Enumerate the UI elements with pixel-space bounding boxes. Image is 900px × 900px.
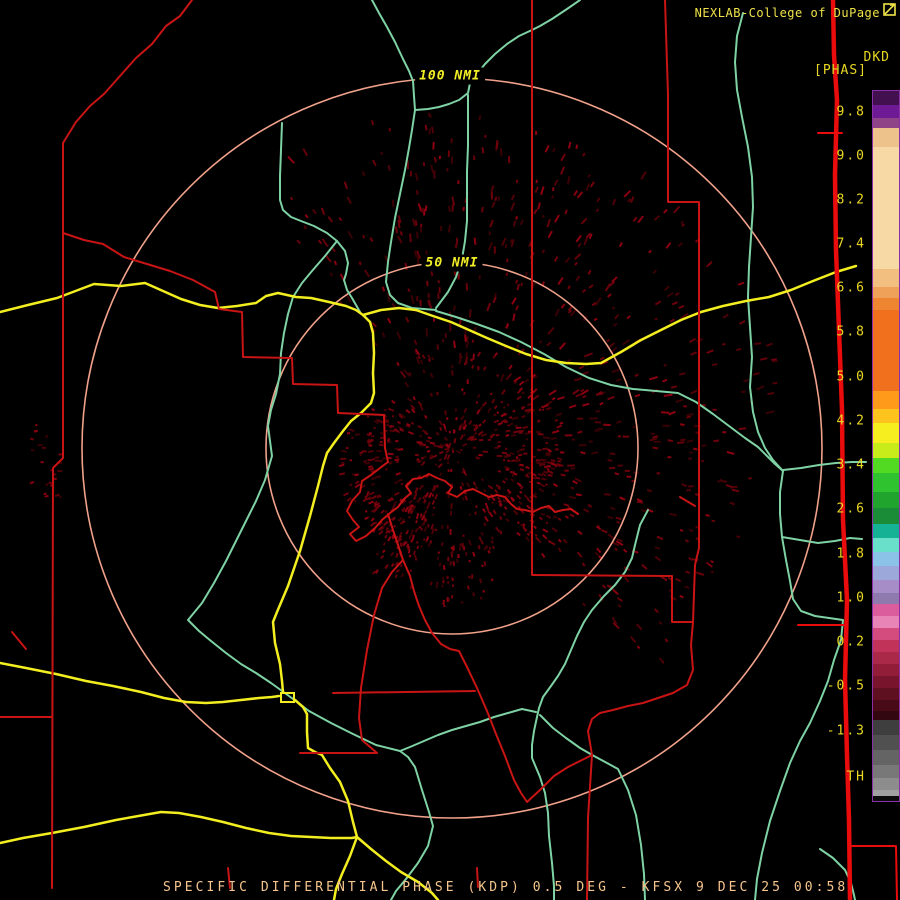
colorbar-segment: [873, 604, 899, 616]
county-boundary-red: [332, 690, 476, 694]
county-boundary-red: [526, 621, 694, 803]
county-boundary-red: [358, 559, 404, 754]
colorbar-segment: [873, 640, 899, 652]
colorbar-segment: [873, 298, 899, 310]
colorbar-tick-label: -0.5: [826, 678, 866, 694]
colorbar-segment: [873, 538, 899, 552]
product-units-label: [PHAS]: [814, 63, 867, 78]
colorbar-segment: [873, 391, 899, 409]
status-bar-text: SPECIFIC DIFFERENTIAL PHASE (KDP) 0.5 DE…: [163, 880, 849, 895]
colorbar-segment: [873, 409, 899, 423]
highway-yellow: [0, 810, 359, 845]
colorbar-segment: [873, 778, 899, 790]
colorbar-segment: [873, 492, 899, 508]
colorbar: [872, 90, 900, 802]
range-ring-label-100: 100 NMI: [415, 67, 485, 85]
colorbar-segment: [873, 443, 899, 458]
county-boundary-red: [51, 0, 193, 889]
colorbar-segment: [873, 580, 899, 593]
colorbar-segment: [873, 765, 899, 778]
colorbar-tick-label: TH: [846, 769, 866, 785]
colorbar-segment: [873, 664, 899, 676]
colorbar-segment: [873, 688, 899, 700]
colorbar-tick-label: 1.0: [836, 590, 866, 606]
colorbar-tick-label: 7.4: [836, 236, 866, 252]
county-boundary-red: [532, 574, 673, 577]
page-title: NEXLAB-College of DuPage: [694, 6, 880, 20]
colorbar-segment: [873, 508, 899, 524]
highway-red-thick: [830, 0, 853, 900]
colorbar-tick-label: 9.8: [836, 104, 866, 120]
highway-yellow: [293, 698, 359, 900]
highway-teal: [435, 310, 784, 472]
county-boundary-red: [664, 0, 700, 623]
colorbar-segment: [873, 128, 899, 147]
colorbar-segment: [873, 310, 899, 391]
colorbar-segment: [873, 735, 899, 750]
county-boundary-red: [679, 496, 696, 507]
colorbar-tick-label: 9.0: [836, 148, 866, 164]
highway-yellow: [0, 281, 376, 694]
highway-red: [850, 845, 898, 900]
colorbar-tick-label: 3.4: [836, 457, 866, 473]
colorbar-tick-label: 1.8: [836, 546, 866, 562]
county-boundary-red: [586, 754, 593, 900]
colorbar-segment: [873, 473, 899, 492]
radar-viewer: NEXLAB-College of DuPage DKD [PHAS] 9.8 9…: [0, 0, 900, 900]
highway-teal: [279, 122, 338, 242]
colorbar-segment: [873, 524, 899, 538]
highway-yellow: [0, 661, 281, 705]
radar-map-canvas: [0, 0, 898, 900]
highway-teal: [781, 536, 863, 544]
highway-teal: [539, 714, 646, 900]
colorbar-tick-label: -1.3: [826, 723, 866, 739]
county-boundary-red: [62, 232, 389, 463]
colorbar-tick-label: 0.2: [836, 634, 866, 650]
colorbar-segment: [873, 711, 899, 720]
colorbar-segment: [873, 423, 899, 443]
colorbar-segment: [873, 458, 899, 473]
colorbar-segment: [873, 147, 899, 269]
colorbar-segment: [873, 269, 899, 287]
county-boundary-red: [11, 631, 27, 650]
colorbar-segment: [873, 628, 899, 640]
range-ring-label-50: 50 NMI: [421, 254, 483, 272]
colorbar-segment: [873, 720, 899, 735]
colorbar-segment: [873, 105, 899, 118]
highway-teal: [399, 708, 537, 752]
colorbar-segment: [873, 118, 899, 128]
colorbar-segment: [873, 552, 899, 566]
cod-logo-icon: [883, 3, 896, 16]
colorbar-segment: [873, 91, 899, 105]
colorbar-segment: [873, 652, 899, 664]
radar-echo-speckle: [29, 124, 777, 643]
highway-teal: [435, 94, 469, 309]
colorbar-segment: [873, 287, 899, 298]
colorbar-tick-label: 8.2: [836, 192, 866, 208]
colorbar-segment: [873, 676, 899, 688]
product-code-label: DKD: [863, 50, 890, 65]
colorbar-segment: [873, 796, 899, 801]
colorbar-tick-label: 5.8: [836, 324, 866, 340]
colorbar-segment: [873, 616, 899, 628]
highway-teal: [187, 240, 434, 900]
colorbar-tick-label: 2.6: [836, 501, 866, 517]
colorbar-tick-label: 4.2: [836, 413, 866, 429]
colorbar-tick-label: 6.6: [836, 280, 866, 296]
colorbar-tick-label: 5.0: [836, 369, 866, 385]
colorbar-segment: [873, 593, 899, 604]
colorbar-segment: [873, 566, 899, 580]
colorbar-segment: [873, 750, 899, 765]
colorbar-segment: [873, 700, 899, 711]
